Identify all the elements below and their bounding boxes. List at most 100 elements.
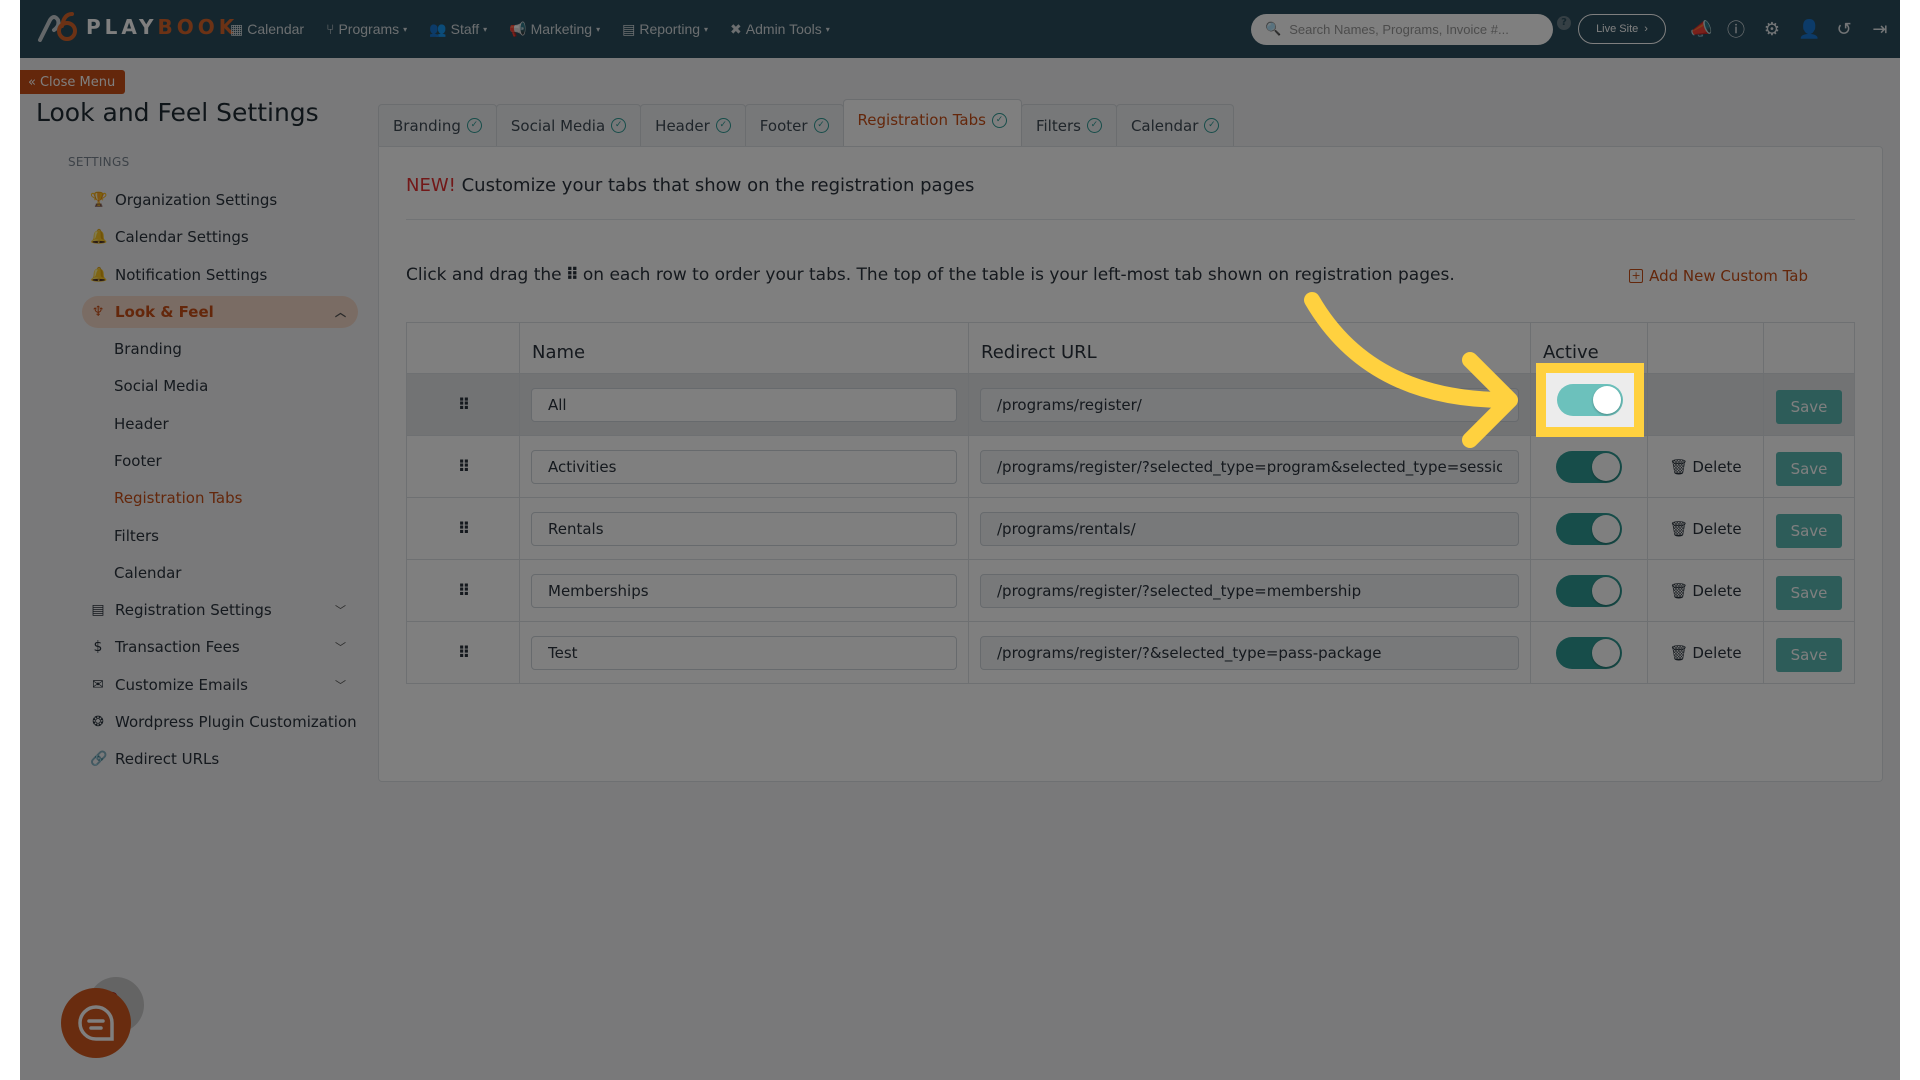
save-button[interactable]: Save: [1776, 389, 1842, 424]
chevron-down-icon: ▾: [704, 24, 709, 34]
branch-icon: ⑂: [326, 21, 335, 37]
sidebar-item-transaction-fees[interactable]: $ Transaction Fees ﹀: [82, 631, 358, 663]
table-row: ⠿ 🗑Delete Save: [407, 621, 1854, 683]
save-button[interactable]: Save: [1776, 513, 1842, 548]
check-circle-icon: ✓: [1204, 118, 1220, 133]
sidebar-subitem-social-media[interactable]: Social Media: [114, 377, 208, 395]
sidebar-item-registration-settings[interactable]: ▤ Registration Settings ﹀: [82, 594, 358, 626]
add-user-icon[interactable]: 👤: [1798, 19, 1820, 40]
redirect-url-input[interactable]: [980, 573, 1519, 608]
live-site-button[interactable]: Live Site ›: [1578, 14, 1666, 44]
save-button[interactable]: Save: [1776, 575, 1842, 610]
drag-handle-icon[interactable]: ⠿: [458, 519, 470, 538]
bell-icon: 🔔: [90, 229, 108, 245]
global-search: 🔍: [1251, 14, 1553, 45]
gear-icon[interactable]: ⚙: [1762, 19, 1782, 40]
sidebar-item-notification-settings[interactable]: 🔔 Notification Settings: [82, 259, 358, 291]
tab-name-input[interactable]: [531, 511, 957, 546]
chat-launcher-button[interactable]: [61, 988, 131, 1058]
help-circle-icon[interactable]: ⓘ: [1726, 16, 1746, 42]
check-circle-icon: ✓: [466, 118, 482, 133]
drag-handle-icon[interactable]: ⠿: [458, 457, 470, 476]
highlighted-active-toggle: [1536, 363, 1644, 437]
top-navbar: PLAYBOOK ▦ Calendar ⑂ Programs ▾ 👥 Staff ▾ 📢 M…: [20, 0, 1900, 58]
active-toggle[interactable]: [1556, 636, 1622, 669]
registration-tabs-panel: NEW! Customize your tabs that show on th…: [378, 146, 1883, 782]
registration-icon: ▤: [91, 602, 105, 618]
save-button[interactable]: Save: [1776, 637, 1842, 672]
sidebar-subitem-registration-tabs[interactable]: Registration Tabs: [114, 489, 242, 507]
save-button[interactable]: Save: [1776, 451, 1842, 486]
nav-calendar[interactable]: ▦ Calendar: [230, 21, 304, 38]
sidebar-item-look-and-feel[interactable]: ♆ Look & Feel ︿: [82, 296, 358, 328]
brush-icon: ♆: [91, 304, 105, 320]
logout-icon[interactable]: ⇥: [1870, 19, 1890, 40]
tab-name-input[interactable]: [531, 635, 957, 670]
tab-filters[interactable]: Filters ✓: [1020, 104, 1117, 146]
active-toggle[interactable]: [1556, 512, 1622, 545]
chevron-down-icon: ▾: [483, 24, 488, 34]
sidebar-item-calendar-settings[interactable]: 🔔 Calendar Settings: [82, 221, 358, 253]
nav-reporting[interactable]: ▤ Reporting ▾: [622, 21, 708, 38]
sidebar-item-customize-emails[interactable]: ✉ Customize Emails ﹀: [82, 669, 358, 701]
redirect-url-input[interactable]: [980, 387, 1519, 422]
tab-name-input[interactable]: [531, 449, 957, 484]
trash-icon: 🗑: [1669, 643, 1689, 662]
add-new-custom-tab-button[interactable]: + Add New Custom Tab: [1629, 267, 1808, 285]
delete-button[interactable]: 🗑 Delete: [1669, 458, 1741, 476]
sidebar-heading: SETTINGS: [68, 155, 130, 169]
delete-button[interactable]: 🗑 Delete: [1669, 582, 1741, 600]
active-toggle[interactable]: [1556, 450, 1622, 483]
tab-social-media[interactable]: Social Media ✓: [495, 104, 642, 146]
history-icon[interactable]: ↺: [1834, 19, 1854, 40]
sidebar-item-wordpress-plugin[interactable]: ❂ Wordpress Plugin Customization: [82, 706, 358, 738]
chevron-down-icon: ﹀: [335, 641, 346, 654]
column-header-redirect-url: Redirect URL: [969, 323, 1531, 373]
logo-text: PLAYBOOK: [86, 15, 239, 39]
search-help-icon[interactable]: ?: [1557, 16, 1571, 30]
sidebar-subitem-branding[interactable]: Branding: [114, 340, 182, 358]
sidebar-item-redirect-urls[interactable]: 🔗 Redirect URLs: [82, 743, 358, 775]
page-title: Look and Feel Settings: [36, 98, 319, 127]
tab-header[interactable]: Header ✓: [640, 104, 746, 146]
tab-registration-tabs[interactable]: Registration Tabs ✓: [842, 99, 1022, 146]
settings-tabs: Branding ✓ Social Media ✓ Header ✓ Footer ✓ …: [378, 99, 1235, 146]
redirect-url-input[interactable]: [980, 635, 1519, 670]
tab-calendar[interactable]: Calendar ✓: [1115, 104, 1235, 146]
check-circle-icon: ✓: [991, 112, 1007, 128]
drag-handle-icon[interactable]: ⠿: [458, 395, 470, 414]
tab-name-input[interactable]: [531, 387, 957, 422]
nav-staff[interactable]: 👥 Staff ▾: [429, 21, 487, 38]
sidebar-subitem-filters[interactable]: Filters: [114, 527, 159, 545]
nav-admin-tools[interactable]: ✖ Admin Tools ▾: [730, 21, 830, 38]
nav-programs[interactable]: ⑂ Programs ▾: [326, 21, 407, 37]
sidebar-subitem-calendar[interactable]: Calendar: [114, 564, 181, 582]
app-frame: PLAYBOOK ▦ Calendar ⑂ Programs ▾ 👥 Staff ▾ 📢 M…: [20, 0, 1900, 1080]
table-row: ⠿ 🗑Delete Save: [407, 435, 1854, 497]
announcement-icon[interactable]: 📣: [1690, 19, 1712, 40]
redirect-url-input[interactable]: [980, 511, 1519, 546]
sidebar-subitem-header[interactable]: Header: [114, 415, 169, 433]
chat-bubble-icon: [78, 1005, 114, 1041]
megaphone-icon: 📢: [509, 20, 527, 37]
close-menu-button[interactable]: «Close Menu: [20, 70, 125, 94]
tab-branding[interactable]: Branding ✓: [378, 104, 497, 146]
logo-mark-icon: [38, 12, 77, 42]
drag-handle-icon[interactable]: ⠿: [458, 581, 470, 600]
drag-handle-icon[interactable]: ⠿: [458, 643, 470, 662]
envelope-icon: ✉: [92, 677, 104, 693]
drag-handle-icon: ⠿: [565, 265, 579, 285]
nav-marketing[interactable]: 📢 Marketing ▾: [509, 21, 600, 38]
active-toggle-highlighted[interactable]: [1557, 384, 1623, 416]
redirect-url-input[interactable]: [980, 449, 1519, 484]
playbook-logo[interactable]: PLAYBOOK: [36, 12, 238, 42]
active-toggle[interactable]: [1556, 574, 1622, 607]
delete-button[interactable]: 🗑 Delete: [1669, 520, 1741, 538]
main-nav: ▦ Calendar ⑂ Programs ▾ 👥 Staff ▾ 📢 Marketing ▾…: [230, 0, 830, 58]
tab-footer[interactable]: Footer ✓: [744, 104, 844, 146]
search-input[interactable]: [1289, 22, 1540, 37]
tab-name-input[interactable]: [531, 573, 957, 608]
sidebar-subitem-footer[interactable]: Footer: [114, 452, 162, 470]
sidebar-item-organization-settings[interactable]: 🏆 Organization Settings: [82, 184, 358, 216]
delete-button[interactable]: 🗑 Delete: [1669, 644, 1741, 662]
